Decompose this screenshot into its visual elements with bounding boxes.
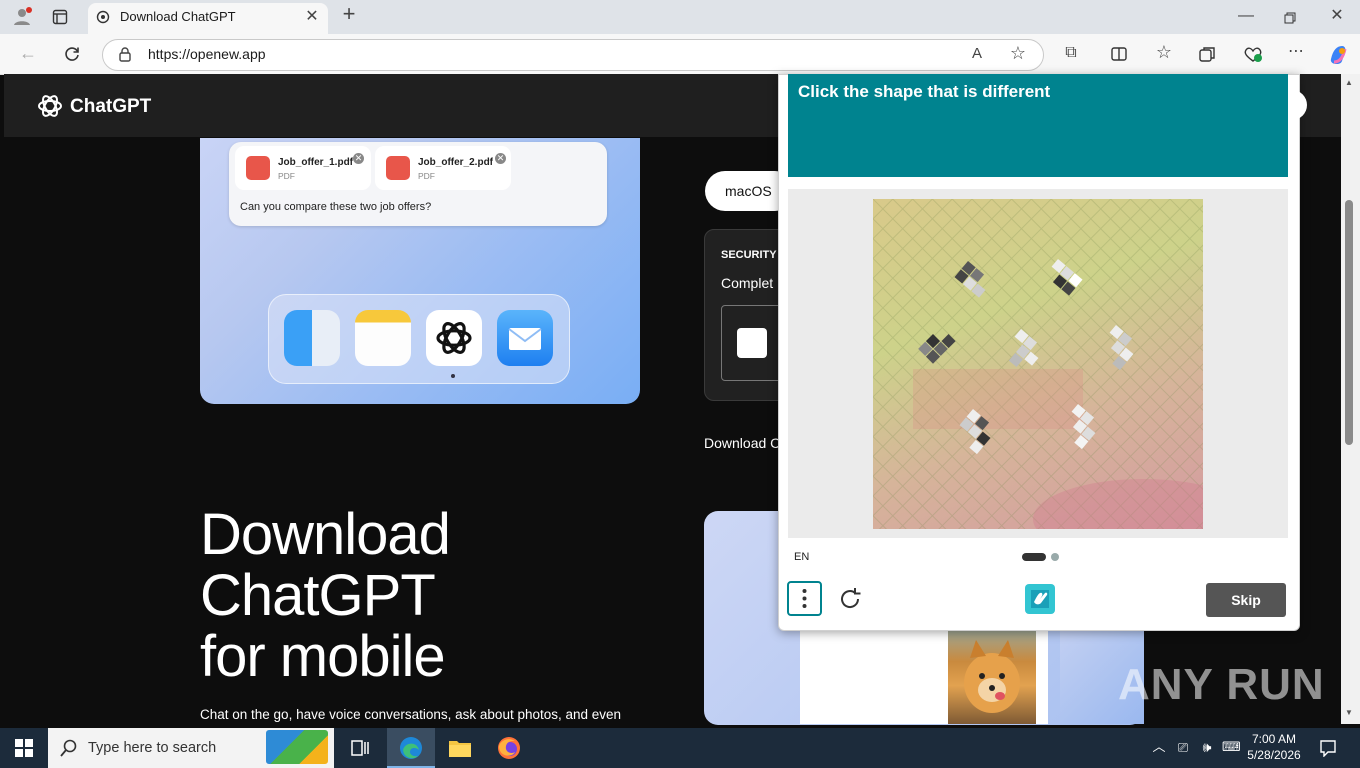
mobile-title: Download ChatGPT for mobile (200, 502, 451, 689)
minimize-icon[interactable]: — (1236, 8, 1256, 24)
captcha-prompt: Click the shape that is different (798, 82, 1051, 101)
show-hidden-icons-icon[interactable]: ︿ (1151, 739, 1167, 755)
network-icon[interactable]: ⎚ (1175, 740, 1191, 756)
attachment-name: Job_offer_2.pdf (418, 157, 494, 168)
site-brand[interactable]: ChatGPT (70, 96, 151, 118)
chatgpt-logo-icon[interactable] (36, 92, 64, 120)
search-icon (60, 739, 78, 757)
edge-icon[interactable] (399, 736, 423, 760)
read-aloud-icon[interactable]: A (968, 46, 986, 62)
attachment-type: PDF (278, 171, 295, 181)
volume-icon[interactable]: 🕪 (1199, 739, 1215, 755)
skip-button[interactable]: Skip (1206, 583, 1286, 617)
close-window-icon[interactable]: ✕ (1328, 8, 1346, 24)
taskbar-clock[interactable]: 7:00 AM 5/28/2026 (1244, 731, 1304, 763)
attachment-name: Job_offer_1.pdf (278, 157, 354, 168)
more-menu-icon[interactable]: ⋯ (1286, 44, 1306, 60)
favorites-icon[interactable]: ☆ (1154, 43, 1174, 61)
remove-attachment-icon: ✕ (353, 153, 364, 164)
scroll-up-arrow-icon[interactable]: ▲ (1345, 78, 1353, 87)
firefox-icon[interactable] (497, 736, 521, 760)
mobile-subtitle: Chat on the go, have voice conversations… (200, 707, 622, 722)
notes-icon (355, 310, 411, 366)
attachment-type: PDF (418, 171, 435, 181)
profile-avatar-icon[interactable] (12, 6, 32, 26)
extensions-icon[interactable]: ⧉ (1062, 45, 1080, 61)
new-tab-button[interactable]: + (339, 3, 359, 25)
watermark: ANY RUN (1118, 660, 1325, 709)
dog-photo (948, 628, 1036, 724)
language-selector[interactable]: EN (794, 551, 809, 563)
url-text[interactable]: https://openew.app (148, 46, 266, 62)
hcaptcha-logo-icon (1023, 582, 1057, 616)
pdf-icon (386, 156, 410, 180)
copilot-icon[interactable] (1327, 43, 1349, 65)
mobile-title-line: for mobile (200, 624, 446, 689)
chatgpt-icon (426, 310, 482, 366)
task-view-icon[interactable] (350, 738, 370, 758)
scroll-down-arrow-icon[interactable]: ▼ (1345, 708, 1353, 717)
file-explorer-icon[interactable] (448, 738, 472, 758)
notifications-icon[interactable] (1319, 739, 1337, 758)
favorite-star-icon[interactable]: ☆ (1008, 44, 1028, 62)
checkbox-square[interactable] (737, 328, 767, 358)
browser-essentials-icon[interactable] (1243, 45, 1263, 63)
ime-icon[interactable]: ⌨ (1222, 739, 1241, 755)
puzzle-widget-icon[interactable] (266, 730, 328, 764)
clock-date: 5/28/2026 (1247, 748, 1301, 762)
clock-time: 7:00 AM (1251, 732, 1297, 746)
chat-prompt-text: Can you compare these two job offers? (240, 201, 432, 213)
close-tab-icon[interactable]: ✕ (304, 9, 320, 25)
search-placeholder: Type here to search (88, 740, 217, 756)
captcha-refresh-icon[interactable] (837, 586, 863, 612)
split-screen-icon[interactable] (1111, 46, 1127, 62)
scrollbar-thumb[interactable] (1345, 200, 1353, 445)
windows-start-icon[interactable] (15, 739, 33, 757)
captcha-menu-button[interactable] (787, 581, 822, 616)
security-label: SECURITY (721, 249, 777, 261)
page-indicator-active (1022, 553, 1046, 561)
chatgpt-favicon-icon (96, 10, 110, 24)
mobile-title-line: ChatGPT (200, 563, 436, 628)
back-icon[interactable]: ← (18, 44, 38, 62)
pdf-icon (246, 156, 270, 180)
captcha-challenge-image[interactable] (873, 199, 1203, 529)
restore-icon[interactable] (1284, 11, 1296, 24)
download-link[interactable]: Download C (704, 435, 780, 451)
finder-icon (284, 310, 340, 366)
platform-label: macOS (725, 183, 772, 199)
collections-icon[interactable] (1199, 46, 1216, 62)
mail-icon (497, 310, 553, 366)
tab-actions-icon[interactable] (52, 9, 68, 25)
tab-title: Download ChatGPT (120, 9, 236, 24)
refresh-icon[interactable] (63, 45, 81, 63)
mobile-title-line: Download (200, 502, 451, 567)
security-text: Complet (721, 275, 774, 291)
page-indicator-dot (1051, 553, 1059, 561)
remove-attachment-icon: ✕ (495, 153, 506, 164)
lock-icon[interactable] (118, 46, 132, 62)
dock-indicator-dot (451, 374, 455, 378)
